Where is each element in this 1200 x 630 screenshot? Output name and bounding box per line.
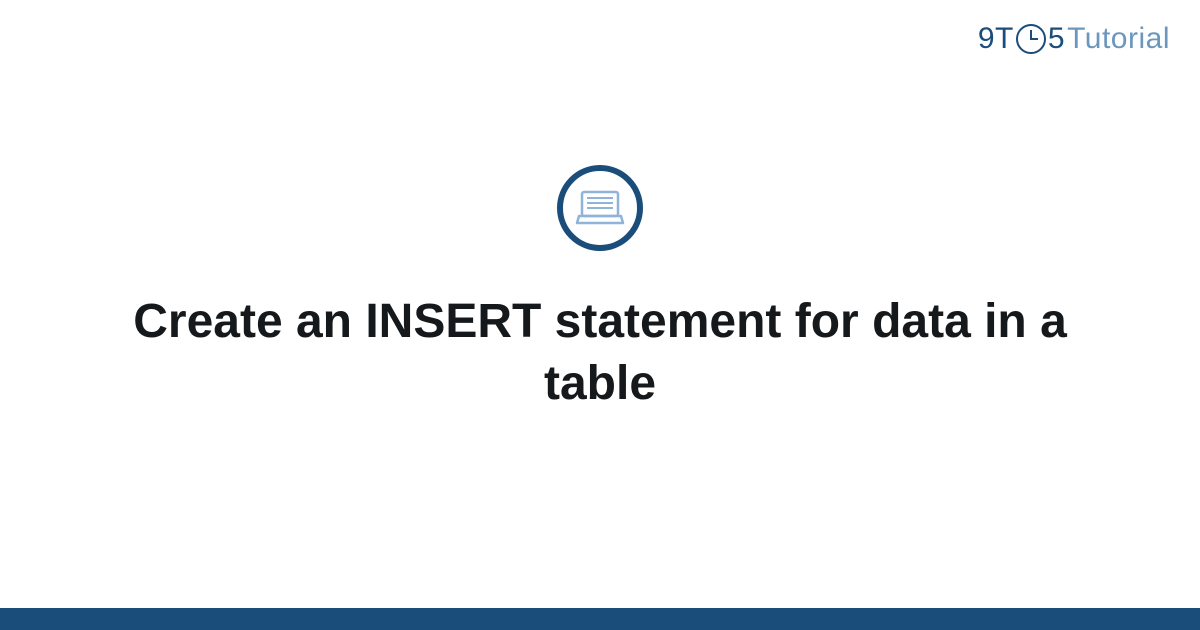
footer-bar (0, 608, 1200, 630)
content-area: Create an INSERT statement for data in a… (0, 0, 1200, 630)
laptop-icon (557, 165, 643, 256)
page-title: Create an INSERT statement for data in a… (120, 291, 1080, 416)
